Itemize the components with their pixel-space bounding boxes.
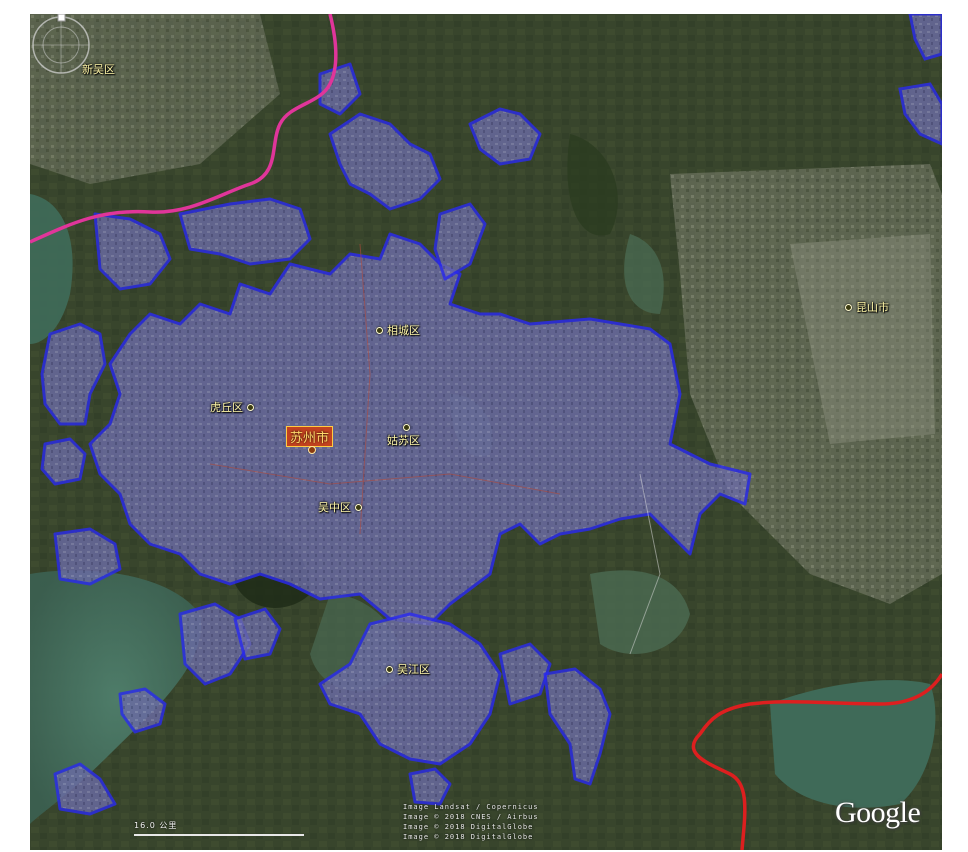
place-marker-icon [386, 665, 393, 673]
credit-line: Image © 2018 DigitalGlobe [403, 823, 534, 831]
map-scale: 16.0 公里 [134, 821, 304, 836]
scale-label: 16.0 公里 [134, 821, 178, 830]
satellite-map[interactable]: 新吴区 相城区 虎丘区 苏州市 姑苏区 吴中区 吴江区 昆山市 16.0 公里 [30, 14, 942, 850]
place-marker-icon [355, 503, 362, 511]
label-kunshan[interactable]: 昆山市 [845, 299, 889, 315]
label-gusu[interactable]: 姑苏区 [387, 424, 420, 448]
label-wujiang[interactable]: 吴江区 [386, 661, 430, 677]
label-suzhou-city[interactable]: 苏州市 [286, 426, 334, 447]
map-imagery [30, 14, 942, 850]
compass-icon[interactable] [30, 14, 92, 76]
credit-line: Image Landsat / Copernicus [403, 803, 539, 811]
google-logo: Google [835, 796, 921, 829]
place-marker-icon [247, 403, 254, 411]
credit-line: Image © 2018 CNES / Airbus [403, 813, 539, 821]
label-wuzhong[interactable]: 吴中区 [318, 499, 362, 515]
label-xiangcheng[interactable]: 相城区 [376, 322, 420, 338]
place-marker-icon [845, 303, 852, 311]
scale-bar [134, 834, 304, 836]
place-marker-icon [376, 326, 383, 334]
credit-line: Image © 2018 DigitalGlobe [403, 833, 534, 841]
imagery-credits: Image Landsat / Copernicus Image © 2018 … [403, 802, 539, 842]
label-huqiu[interactable]: 虎丘区 [210, 399, 254, 415]
place-marker-icon [403, 424, 410, 431]
city-marker-icon[interactable] [308, 446, 316, 454]
